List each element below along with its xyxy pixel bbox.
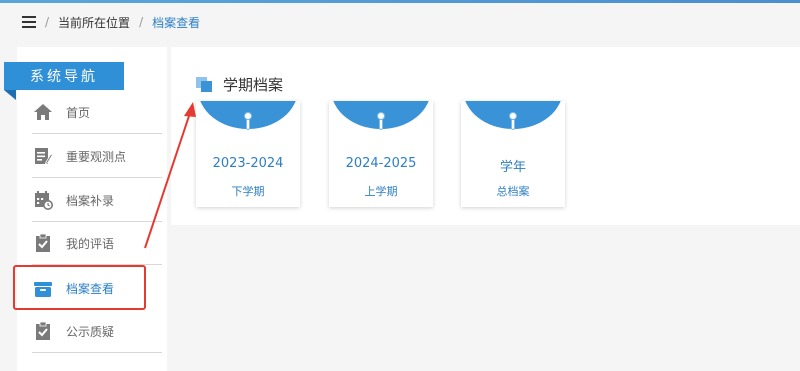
stacked-squares-icon — [196, 76, 214, 93]
sidebar-item-label: 重要观测点 — [66, 149, 127, 164]
breadcrumb-current[interactable]: 档案查看 — [152, 14, 200, 31]
breadcrumb-separator: / — [45, 15, 50, 29]
home-icon — [32, 101, 54, 123]
card-term: 下学期 — [231, 185, 265, 198]
sidebar-item-my-comments[interactable]: 我的评语 — [32, 222, 162, 265]
sidebar-item-archive-supplement[interactable]: 档案补录 — [32, 179, 162, 222]
archive-card-2024-2025-first-term[interactable]: 2024-2025 上学期 — [329, 101, 433, 207]
pin-icon — [509, 112, 517, 120]
archive-card-school-year-total[interactable]: 学年 总档案 — [461, 101, 565, 207]
pin-stem — [379, 120, 383, 130]
pin-icon — [377, 112, 385, 120]
hamburger-menu-icon[interactable] — [22, 16, 36, 28]
sidebar-item-label: 我的评语 — [66, 236, 115, 251]
sidebar-item-key-observation[interactable]: 重要观测点 — [32, 135, 162, 178]
sidebar-title: 系统导航 — [4, 62, 124, 90]
card-year: 学年 — [499, 160, 526, 175]
edit-note-icon — [32, 145, 54, 167]
pin-icon — [244, 112, 252, 120]
breadcrumb-separator: / — [139, 15, 144, 29]
section-header: 学期档案 — [196, 74, 283, 95]
clipboard-check-icon — [32, 320, 54, 342]
card-year: 2023-2024 — [212, 156, 284, 171]
section-title: 学期档案 — [223, 76, 284, 94]
annotation-highlight-box — [13, 265, 146, 310]
sidebar-item-label: 首页 — [66, 105, 91, 120]
card-term: 总档案 — [496, 185, 530, 198]
clipboard-check-icon — [32, 232, 54, 254]
breadcrumb-bar: / 当前所在位置 / 档案查看 — [0, 3, 800, 41]
breadcrumb-location-label: 当前所在位置 — [58, 15, 131, 30]
sidebar-item-label: 档案补录 — [66, 193, 115, 208]
pin-stem — [511, 120, 515, 130]
card-term: 上学期 — [364, 185, 398, 198]
sidebar-item-home[interactable]: 首页 — [32, 91, 162, 134]
sidebar-title-fold — [4, 90, 16, 100]
calendar-clock-icon — [32, 189, 54, 211]
archive-card-2023-2024-second-term[interactable]: 2023-2024 下学期 — [196, 101, 300, 207]
card-year: 2024-2025 — [345, 156, 417, 171]
sidebar-item-label: 公示质疑 — [66, 324, 115, 339]
sidebar-item-public-query[interactable]: 公示质疑 — [32, 310, 162, 353]
pin-stem — [246, 120, 250, 130]
